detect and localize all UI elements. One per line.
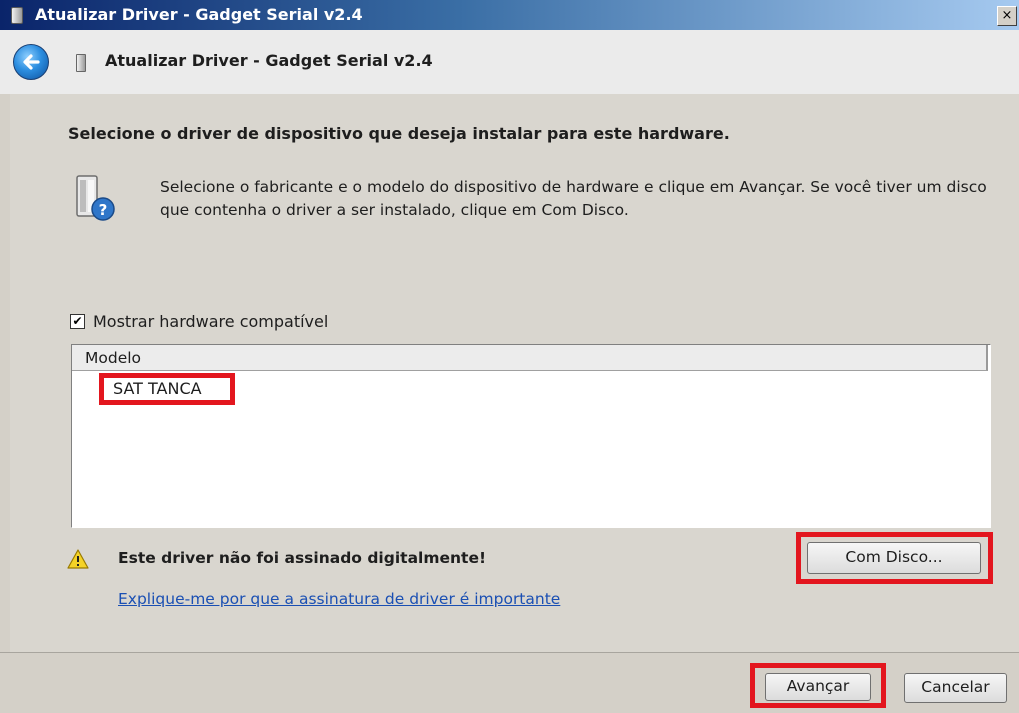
list-header: Modelo — [72, 345, 988, 371]
com-disco-button[interactable]: Com Disco... — [807, 542, 981, 574]
column-header-modelo[interactable]: Modelo — [85, 349, 141, 367]
driver-signing-link[interactable]: Explique-me por que a assinatura de driv… — [118, 590, 560, 608]
page-heading: Selecione o driver de dispositivo que de… — [68, 124, 730, 143]
svg-text:?: ? — [99, 201, 108, 219]
warning-text: Este driver não foi assinado digitalment… — [118, 549, 487, 567]
wizard-title: Atualizar Driver - Gadget Serial v2.4 — [105, 51, 433, 70]
wizard-footer: Avançar Cancelar — [0, 652, 1019, 713]
next-button[interactable]: Avançar — [765, 673, 871, 701]
back-arrow-icon — [23, 54, 40, 70]
wizard-content: Selecione o driver de dispositivo que de… — [10, 94, 1019, 652]
warning-icon — [67, 549, 89, 569]
back-button[interactable] — [13, 44, 49, 80]
highlight-box: Avançar — [750, 663, 886, 708]
hardware-help-icon: ? — [76, 175, 115, 221]
highlight-box: Com Disco... — [796, 532, 993, 584]
device-icon — [76, 54, 86, 72]
title-bar: Atualizar Driver - Gadget Serial v2.4 × — [0, 0, 1019, 30]
instructions-text: Selecione o fabricante e o modelo do dis… — [160, 178, 987, 219]
model-list[interactable]: Modelo SAT TANCA — [71, 344, 991, 528]
close-button[interactable]: × — [997, 6, 1017, 26]
wizard-header: Atualizar Driver - Gadget Serial v2.4 — [0, 30, 1019, 94]
window-title: Atualizar Driver - Gadget Serial v2.4 — [35, 5, 363, 24]
show-compatible-label: Mostrar hardware compatível — [93, 312, 329, 331]
list-item[interactable]: SAT TANCA — [99, 373, 235, 405]
show-compatible-checkbox[interactable]: ✔ — [70, 314, 85, 329]
cancel-button[interactable]: Cancelar — [904, 673, 1007, 703]
device-icon — [11, 7, 23, 24]
